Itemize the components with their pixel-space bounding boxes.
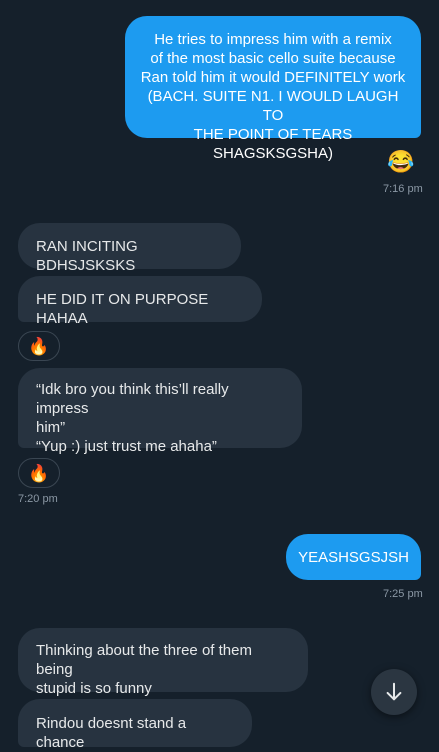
outgoing-message-bubble[interactable]: He tries to impress him with a remix of …	[125, 16, 421, 162]
message-text: Rindou doesnt stand a chance	[36, 715, 187, 751]
scroll-to-bottom-button[interactable]	[371, 669, 417, 715]
message-text-line: (BACH. SUITE N1. I WOULD LAUGH TO	[147, 88, 399, 124]
message-text-line: of the most basic cello suite because	[150, 50, 396, 67]
incoming-message-bubble[interactable]: Rindou doesnt stand a chance	[18, 699, 252, 751]
timestamp: 7:16 pm	[383, 183, 423, 195]
message-text-line: Thinking about the three of them being	[36, 642, 252, 678]
message-text-line: “Idk bro you think this’ll really impres…	[36, 381, 229, 417]
outgoing-message-bubble[interactable]: YEASHSGSJSH	[286, 534, 421, 580]
message-text: HE DID IT ON PURPOSE HAHAA	[36, 291, 209, 327]
message-text-line: “Yup :) just trust me ahaha”	[36, 438, 217, 455]
message-text-line: stupid is so funny	[36, 680, 152, 697]
message-text-line: Ran told him it would DEFINITELY work	[140, 69, 406, 86]
fire-reaction-icon[interactable]: 🔥	[18, 331, 60, 361]
message-text-line: He tries to impress him with a remix	[154, 31, 392, 48]
incoming-message-bubble[interactable]: “Idk bro you think this’ll really impres…	[18, 368, 302, 455]
laughing-reaction-icon[interactable]: 😂	[387, 151, 414, 173]
incoming-message-bubble[interactable]: Thinking about the three of them being s…	[18, 628, 308, 697]
timestamp: 7:25 pm	[383, 588, 423, 600]
fire-reaction-icon[interactable]: 🔥	[18, 458, 60, 488]
message-text: RAN INCITING BDHSJSKSKS	[36, 238, 138, 274]
timestamp: 7:20 pm	[18, 493, 58, 505]
arrow-down-icon	[386, 682, 402, 701]
incoming-message-bubble[interactable]: RAN INCITING BDHSJSKSKS	[18, 223, 241, 274]
message-text-line: THE POINT OF TEARS SHAGSKSGSHA)	[193, 126, 353, 162]
message-text-line: him”	[36, 419, 66, 436]
message-text: YEASHSGSJSH	[298, 549, 409, 566]
incoming-message-bubble[interactable]: HE DID IT ON PURPOSE HAHAA	[18, 276, 262, 327]
